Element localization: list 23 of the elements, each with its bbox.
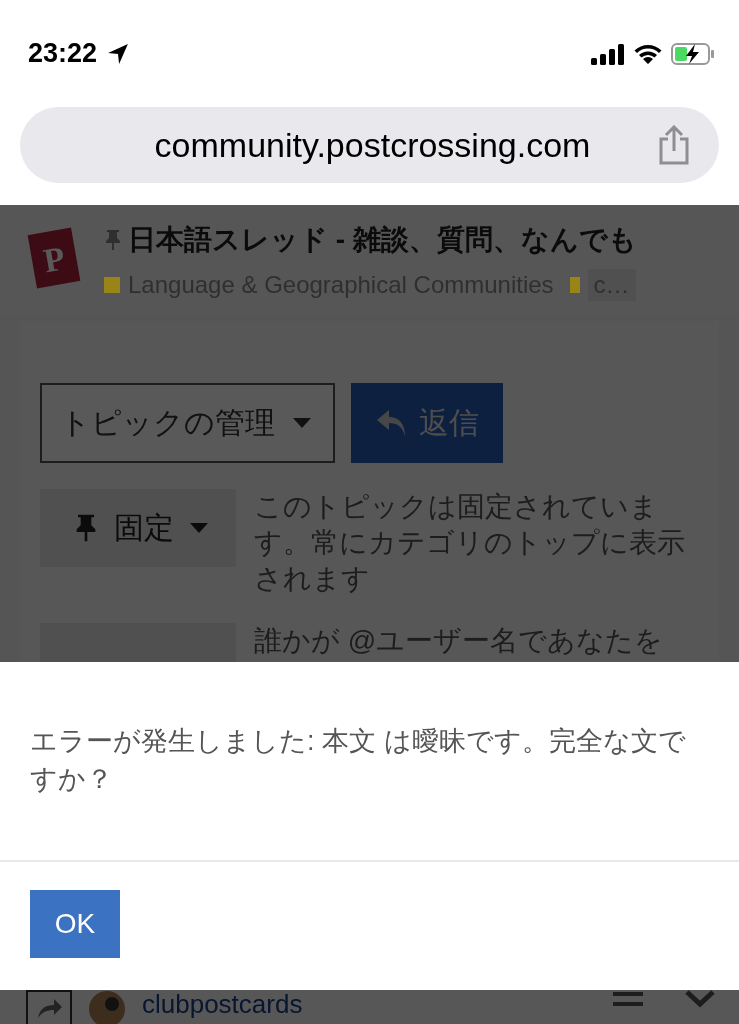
stamp-logo-icon: P bbox=[26, 225, 82, 291]
location-arrow-icon bbox=[107, 42, 130, 65]
error-message: エラーが発生しました: 本文 は曖昧です。完全な文ですか？ bbox=[30, 726, 686, 794]
caret-icon bbox=[293, 418, 311, 428]
battery-icon bbox=[671, 41, 715, 66]
pin-icon bbox=[74, 513, 98, 543]
share-icon[interactable] bbox=[657, 125, 691, 165]
topic-title[interactable]: 日本語スレッド - 雑談、質問、なんでも bbox=[128, 221, 637, 259]
ok-button[interactable]: OK bbox=[30, 890, 120, 958]
wifi-icon bbox=[633, 42, 663, 65]
avatar bbox=[88, 990, 126, 1024]
notification-description: 誰かが @ユーザー名であなたを bbox=[254, 624, 665, 658]
share-topic-icon[interactable] bbox=[26, 990, 72, 1024]
address-bar[interactable]: community.postcrossing.com bbox=[20, 107, 719, 183]
url-text: community.postcrossing.com bbox=[154, 125, 591, 165]
status-time: 23:22 bbox=[28, 38, 98, 69]
caret-icon bbox=[190, 523, 208, 533]
manage-topic-button[interactable]: トピックの管理 bbox=[40, 383, 335, 463]
notification-level-button[interactable]: 固定 bbox=[40, 489, 236, 567]
signal-icon bbox=[591, 42, 625, 65]
username-link[interactable]: clubpostcards bbox=[142, 990, 303, 1018]
notification-description: このトピックは固定されています。常にカテゴリのトップに表示されます bbox=[254, 490, 686, 596]
chevron-down-icon[interactable] bbox=[685, 990, 715, 1008]
